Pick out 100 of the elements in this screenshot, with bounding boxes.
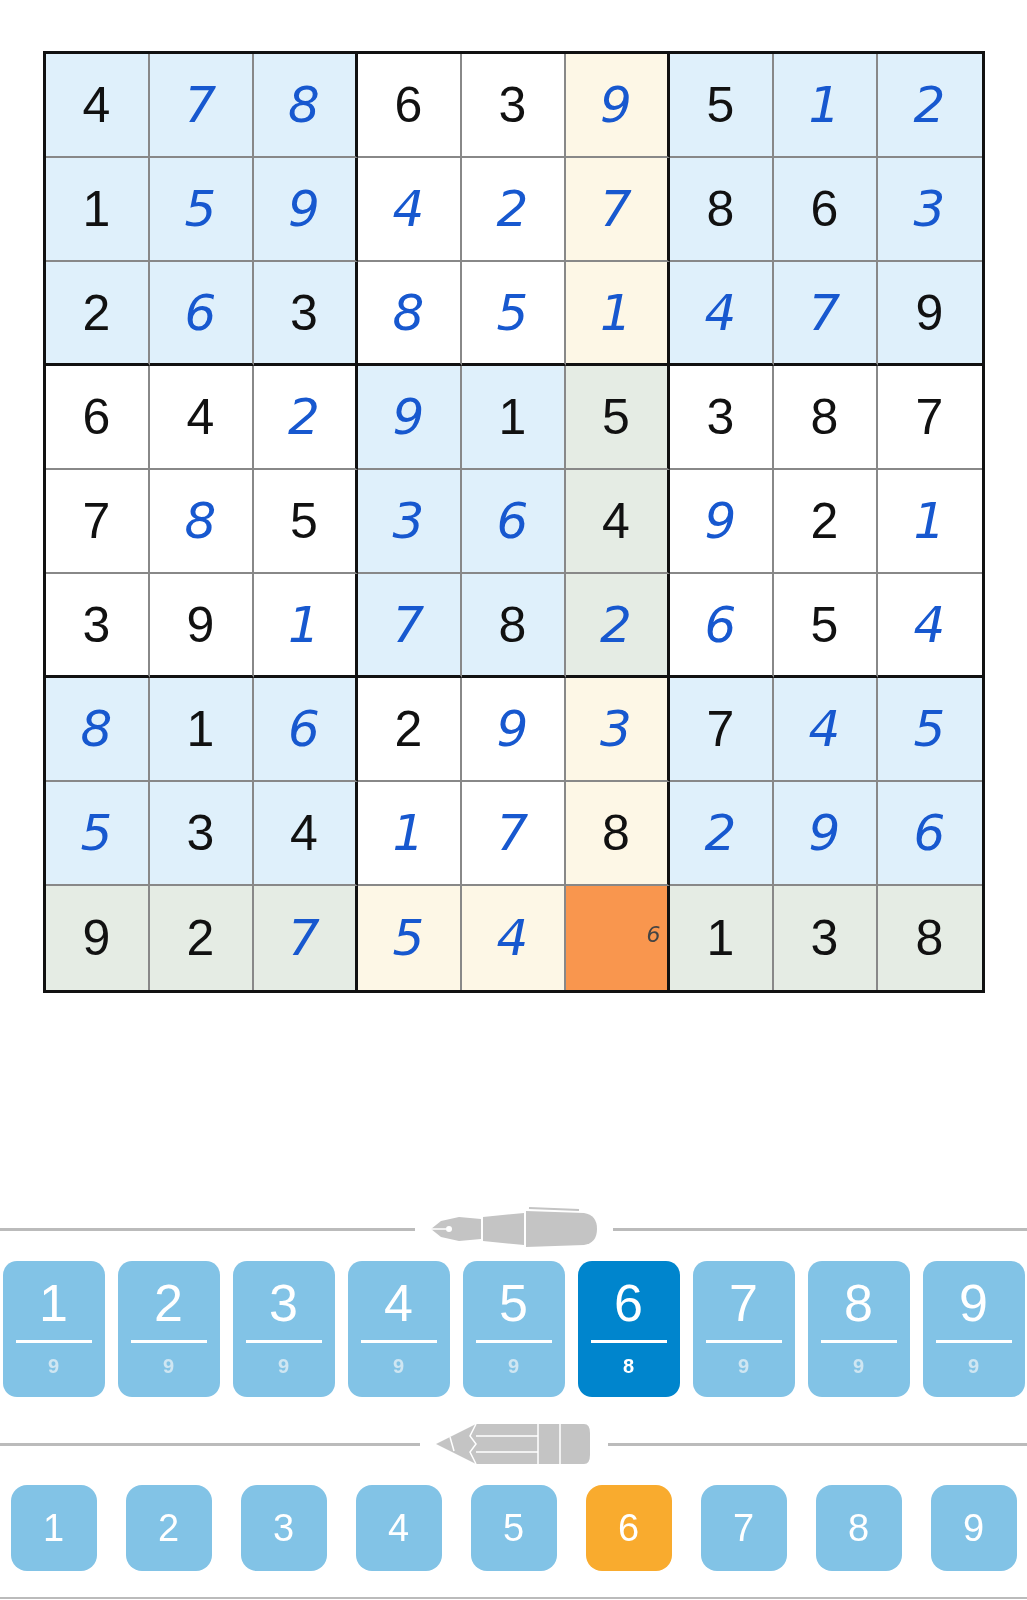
cell-digit: 5 bbox=[706, 76, 735, 134]
sudoku-cell[interactable]: 4 bbox=[357, 158, 462, 262]
sudoku-cell[interactable]: 3 bbox=[45, 574, 150, 678]
sudoku-cell[interactable]: 9 bbox=[773, 782, 878, 886]
sudoku-cell[interactable]: 9 bbox=[461, 678, 566, 782]
cell-digit: 2 bbox=[600, 595, 632, 654]
sudoku-cell[interactable]: 2 bbox=[45, 262, 150, 366]
cell-digit: 9 bbox=[704, 492, 737, 550]
sudoku-cell[interactable]: 5 bbox=[669, 54, 774, 158]
cell-digit: 7 bbox=[808, 283, 841, 342]
sudoku-cell[interactable]: 1 bbox=[253, 574, 358, 678]
sudoku-cell[interactable]: 4 bbox=[669, 262, 774, 366]
sudoku-cell[interactable]: 3 bbox=[669, 366, 774, 470]
sudoku-cell[interactable]: 7 bbox=[357, 574, 462, 678]
sudoku-cell[interactable]: 3 bbox=[253, 262, 358, 366]
sudoku-cell[interactable]: 4 bbox=[253, 782, 358, 886]
sudoku-cell[interactable]: 3 bbox=[357, 470, 462, 574]
sudoku-cell[interactable]: 2 bbox=[669, 782, 774, 886]
sudoku-cell[interactable]: 9 bbox=[253, 158, 358, 262]
sudoku-cell[interactable]: 7 bbox=[669, 678, 774, 782]
cell-digit: 7 bbox=[915, 388, 944, 446]
sudoku-cell[interactable]: 8 bbox=[565, 782, 670, 886]
sudoku-cell[interactable]: 8 bbox=[669, 158, 774, 262]
sudoku-cell[interactable]: 3 bbox=[877, 158, 982, 262]
cell-digit: 5 bbox=[80, 804, 113, 862]
sudoku-cell[interactable]: 4 bbox=[149, 366, 254, 470]
sudoku-cell[interactable]: 5 bbox=[461, 262, 566, 366]
sudoku-cell[interactable]: 8 bbox=[45, 678, 150, 782]
sudoku-cell[interactable]: 4 bbox=[565, 470, 670, 574]
sudoku-cell[interactable]: 9 bbox=[149, 574, 254, 678]
sudoku-cell[interactable]: 6 bbox=[45, 366, 150, 470]
sudoku-cell[interactable]: 8 bbox=[773, 366, 878, 470]
cell-digit: 4 bbox=[392, 180, 425, 238]
sudoku-cell[interactable]: 7 bbox=[253, 886, 358, 990]
sudoku-cell[interactable]: 2 bbox=[877, 54, 982, 158]
sudoku-cell[interactable]: 7 bbox=[565, 158, 670, 262]
sudoku-cell[interactable]: 4 bbox=[461, 886, 566, 990]
sudoku-cell[interactable]: 9 bbox=[45, 886, 150, 990]
sudoku-cell[interactable]: 6 bbox=[773, 158, 878, 262]
sudoku-cell[interactable]: 5 bbox=[877, 678, 982, 782]
sudoku-cell[interactable]: 7 bbox=[149, 54, 254, 158]
cell-digit: 5 bbox=[392, 909, 425, 967]
sudoku-cell[interactable]: 1 bbox=[461, 366, 566, 470]
cell-digit: 9 bbox=[82, 909, 111, 967]
sudoku-cell[interactable]: 2 bbox=[461, 158, 566, 262]
sudoku-cell[interactable]: 6 bbox=[669, 574, 774, 678]
sudoku-cell[interactable]: 5 bbox=[253, 470, 358, 574]
sudoku-cell[interactable]: 4 bbox=[773, 678, 878, 782]
cell-digit: 1 bbox=[392, 804, 425, 862]
sudoku-cell[interactable]: 1 bbox=[669, 886, 774, 990]
sudoku-cell[interactable]: 6 bbox=[149, 262, 254, 366]
cell-digit: 6 bbox=[184, 283, 217, 342]
sudoku-cell[interactable]: 7 bbox=[461, 782, 566, 886]
sudoku-cell[interactable]: 6 bbox=[877, 782, 982, 886]
cell-digit: 6 bbox=[288, 700, 320, 758]
cell-digit: 1 bbox=[498, 388, 527, 446]
cell-digit: 1 bbox=[600, 283, 632, 342]
cell-digit: 2 bbox=[496, 180, 529, 238]
sudoku-cell[interactable]: 8 bbox=[149, 470, 254, 574]
sudoku-cell[interactable]: 2 bbox=[565, 574, 670, 678]
sudoku-cell[interactable]: 9 bbox=[877, 262, 982, 366]
sudoku-cell[interactable]: 5 bbox=[565, 366, 670, 470]
sudoku-cell[interactable]: 6 bbox=[253, 678, 358, 782]
sudoku-cell[interactable]: 6 bbox=[565, 886, 670, 990]
cell-digit: 2 bbox=[810, 492, 839, 550]
cell-digit: 4 bbox=[913, 595, 946, 654]
sudoku-cell[interactable]: 1 bbox=[45, 158, 150, 262]
sudoku-cell[interactable]: 6 bbox=[357, 54, 462, 158]
sudoku-cell[interactable]: 8 bbox=[877, 886, 982, 990]
sudoku-cell[interactable]: 3 bbox=[773, 886, 878, 990]
sudoku-cell[interactable]: 4 bbox=[45, 54, 150, 158]
sudoku-cell[interactable]: 8 bbox=[253, 54, 358, 158]
sudoku-cell[interactable]: 7 bbox=[45, 470, 150, 574]
sudoku-cell[interactable]: 5 bbox=[149, 158, 254, 262]
sudoku-cell[interactable]: 5 bbox=[45, 782, 150, 886]
sudoku-cell[interactable]: 2 bbox=[253, 366, 358, 470]
cell-digit: 2 bbox=[82, 283, 111, 342]
sudoku-cell[interactable]: 2 bbox=[357, 678, 462, 782]
sudoku-cell[interactable]: 9 bbox=[565, 54, 670, 158]
sudoku-cell[interactable]: 5 bbox=[773, 574, 878, 678]
sudoku-cell[interactable]: 1 bbox=[565, 262, 670, 366]
sudoku-cell[interactable]: 5 bbox=[357, 886, 462, 990]
sudoku-cell[interactable]: 1 bbox=[149, 678, 254, 782]
sudoku-cell[interactable]: 1 bbox=[357, 782, 462, 886]
sudoku-cell[interactable]: 3 bbox=[149, 782, 254, 886]
sudoku-cell[interactable]: 3 bbox=[565, 678, 670, 782]
sudoku-cell[interactable]: 2 bbox=[149, 886, 254, 990]
cell-digit: 8 bbox=[915, 909, 944, 967]
sudoku-cell[interactable]: 1 bbox=[773, 54, 878, 158]
sudoku-cell[interactable]: 2 bbox=[773, 470, 878, 574]
sudoku-cell[interactable]: 6 bbox=[461, 470, 566, 574]
sudoku-cell[interactable]: 3 bbox=[461, 54, 566, 158]
sudoku-cell[interactable]: 8 bbox=[461, 574, 566, 678]
cell-digit: 1 bbox=[913, 492, 946, 550]
digit-key[interactable]: 6 8 bbox=[577, 1261, 680, 1397]
sudoku-cell[interactable]: 7 bbox=[773, 262, 878, 366]
sudoku-cell[interactable]: 9 bbox=[669, 470, 774, 574]
sudoku-cell[interactable]: 8 bbox=[357, 262, 462, 366]
sudoku-cell[interactable]: 9 bbox=[357, 366, 462, 470]
cell-digit: 3 bbox=[913, 180, 946, 238]
